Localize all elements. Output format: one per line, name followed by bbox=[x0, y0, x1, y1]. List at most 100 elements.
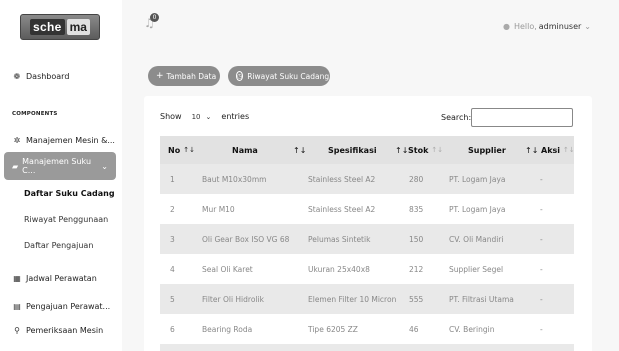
table-row[interactable]: 2 Mur M10 Stainless Steel A2 835 PT. Log… bbox=[160, 194, 574, 224]
table-row[interactable]: 4 Seal Oli Karet Ukuran 25x40x8 212 Supp… bbox=[160, 254, 574, 284]
column-header-supplier[interactable]: Supplier bbox=[468, 136, 506, 164]
logo-text-part1: sche bbox=[30, 19, 65, 35]
sidebar: sche ma ❁ Dashboard COMPONENTS ✲ Manajem… bbox=[0, 0, 122, 351]
sidebar-item-pengajuan-perawatan[interactable]: ▤ Pengajuan Perawat... bbox=[12, 302, 110, 311]
cell-spesifikasi: Stainless Steel A2 bbox=[308, 174, 376, 184]
sidebar-item-label: Manajemen Mesin &... bbox=[26, 136, 115, 145]
cell-spesifikasi: Ukuran 25x40x8 bbox=[308, 264, 370, 274]
cell-no: 2 bbox=[170, 204, 175, 214]
sort-icon: ↑↓ bbox=[293, 145, 307, 155]
sort-icon: ↑↓ bbox=[525, 145, 539, 155]
sidebar-subitem-riwayat-penggunaan[interactable]: Riwayat Penggunaan bbox=[24, 215, 108, 224]
notification-badge: 0 bbox=[150, 13, 159, 22]
cell-aksi: - bbox=[540, 204, 543, 214]
cell-nama: Bearing Roda bbox=[202, 324, 253, 334]
column-header-stok[interactable]: Stok ↑↓ bbox=[408, 136, 443, 164]
sidebar-subitem-daftar-pengajuan[interactable]: Daftar Pengajuan bbox=[24, 241, 93, 250]
clock-icon: ◷ bbox=[236, 71, 244, 81]
search-label: Search: bbox=[441, 113, 472, 122]
app-logo[interactable]: sche ma bbox=[20, 14, 100, 40]
cell-nama: Baut M10x30mm bbox=[202, 174, 267, 184]
sort-icon: ↑↓ bbox=[431, 146, 444, 154]
add-data-button[interactable]: + Tambah Data bbox=[148, 66, 220, 86]
user-greeting: Hello, bbox=[513, 22, 537, 31]
logo-text-part2: ma bbox=[66, 19, 90, 35]
sort-icon: ↑↓ bbox=[563, 146, 575, 154]
cell-stok: 280 bbox=[409, 174, 424, 184]
user-icon: ● bbox=[502, 22, 510, 31]
table-row-partial bbox=[160, 344, 574, 351]
column-header-aksi[interactable]: Aksi ↑↓ bbox=[541, 136, 575, 164]
calendar-icon: ▦ bbox=[13, 274, 21, 283]
table-row[interactable]: 6 Bearing Roda Tipe 6205 ZZ 46 CV. Berin… bbox=[160, 314, 574, 344]
cell-aksi: - bbox=[540, 174, 543, 184]
cell-supplier: Supplier Segel bbox=[449, 264, 504, 274]
cell-aksi: - bbox=[540, 264, 543, 274]
search-input[interactable] bbox=[471, 108, 573, 127]
spare-part-history-label: Riwayat Suku Cadang bbox=[247, 71, 330, 81]
cell-nama: Seal Oli Karet bbox=[202, 264, 253, 274]
table-header-row: No ↑↓ Nama ↑↓ Spesifikasi ↑↓ Stok ↑↓ Suppl… bbox=[160, 136, 575, 164]
sidebar-item-label: Jadwal Perawatan bbox=[26, 274, 97, 283]
cell-no: 5 bbox=[170, 294, 175, 304]
cell-supplier: CV. Beringin bbox=[449, 324, 495, 334]
spare-part-history-button[interactable]: ◷ Riwayat Suku Cadang bbox=[228, 66, 330, 86]
chevron-down-icon: ⌄ bbox=[584, 22, 591, 31]
entries-select-value: 10 bbox=[191, 112, 201, 121]
document-icon: ▤ bbox=[13, 302, 21, 311]
cell-spesifikasi: Elemen Filter 10 Micron bbox=[308, 294, 397, 304]
sidebar-item-label: Pemeriksaan Mesin bbox=[26, 326, 104, 335]
column-header-nama[interactable]: Nama bbox=[232, 136, 258, 164]
chevron-down-icon: ⌄ bbox=[101, 161, 108, 171]
sidebar-item-label: Manajemen Suku C... bbox=[22, 157, 92, 175]
sidebar-section-label: COMPONENTS bbox=[12, 111, 58, 117]
add-data-label: Tambah Data bbox=[166, 71, 217, 81]
cell-stok: 835 bbox=[409, 204, 424, 214]
table-row[interactable]: 1 Baut M10x30mm Stainless Steel A2 280 P… bbox=[160, 164, 574, 194]
sidebar-item-pemeriksaan-mesin[interactable]: ⚲ Pemeriksaan Mesin bbox=[12, 326, 103, 335]
table-row[interactable]: 3 Oli Gear Box ISO VG 68 Pelumas Sinteti… bbox=[160, 224, 574, 254]
cell-supplier: PT. Logam Jaya bbox=[449, 174, 506, 184]
sidebar-item-manajemen-suku-cadang[interactable]: ▰ Manajemen Suku C... ⌄ bbox=[4, 152, 116, 180]
cell-nama: Oli Gear Box ISO VG 68 bbox=[202, 234, 290, 244]
cell-supplier: PT. Filtrasi Utama bbox=[449, 294, 514, 304]
cell-no: 3 bbox=[170, 234, 175, 244]
sidebar-item-jadwal-perawatan[interactable]: ▦ Jadwal Perawatan bbox=[12, 274, 97, 283]
column-header-spesifikasi[interactable]: Spesifikasi bbox=[328, 136, 377, 164]
cell-spesifikasi: Tipe 6205 ZZ bbox=[308, 324, 358, 334]
sidebar-item-label: Dashboard bbox=[26, 72, 70, 81]
sort-asc-icon: ↑↓ bbox=[183, 146, 195, 154]
cell-stok: 555 bbox=[409, 294, 424, 304]
cell-no: 6 bbox=[170, 324, 175, 334]
sort-icon: ↑↓ bbox=[395, 145, 409, 155]
user-name: adminuser bbox=[538, 22, 582, 31]
plus-icon: + bbox=[156, 71, 164, 81]
cell-supplier: CV. Oli Mandiri bbox=[449, 234, 504, 244]
entries-label: entries bbox=[221, 112, 250, 121]
cell-nama: Filter Oli Hidrolik bbox=[202, 294, 264, 304]
entries-length-control: Show 10 ⌄ entries bbox=[160, 112, 249, 121]
sidebar-item-label: Pengajuan Perawat... bbox=[26, 302, 111, 311]
search-icon: ⚲ bbox=[14, 326, 20, 335]
show-label: Show bbox=[160, 112, 182, 121]
sidebar-item-dashboard[interactable]: ❁ Dashboard bbox=[12, 72, 70, 81]
user-menu[interactable]: ● Hello, adminuser ⌄ bbox=[503, 22, 591, 31]
cell-supplier: PT. Logam Jaya bbox=[449, 204, 506, 214]
cell-aksi: - bbox=[540, 234, 543, 244]
chevron-down-icon: ⌄ bbox=[205, 112, 212, 121]
entries-select[interactable]: 10 ⌄ bbox=[188, 113, 216, 121]
cell-nama: Mur M10 bbox=[202, 204, 235, 214]
gear-icon: ✲ bbox=[13, 136, 21, 145]
cell-no: 4 bbox=[170, 264, 175, 274]
cell-stok: 46 bbox=[409, 324, 419, 334]
cell-stok: 150 bbox=[409, 234, 424, 244]
toolbox-icon: ▰ bbox=[12, 161, 19, 171]
cell-spesifikasi: Stainless Steel A2 bbox=[308, 204, 376, 214]
sidebar-subitem-daftar-suku-cadang[interactable]: Daftar Suku Cadang bbox=[24, 189, 115, 198]
sidebar-item-manajemen-mesin[interactable]: ✲ Manajemen Mesin &... bbox=[12, 136, 115, 145]
cell-stok: 212 bbox=[409, 264, 424, 274]
column-header-no[interactable]: No ↑↓ bbox=[168, 136, 195, 164]
cell-spesifikasi: Pelumas Sintetik bbox=[308, 234, 371, 244]
table-row[interactable]: 5 Filter Oli Hidrolik Elemen Filter 10 M… bbox=[160, 284, 574, 314]
cell-no: 1 bbox=[170, 174, 175, 184]
